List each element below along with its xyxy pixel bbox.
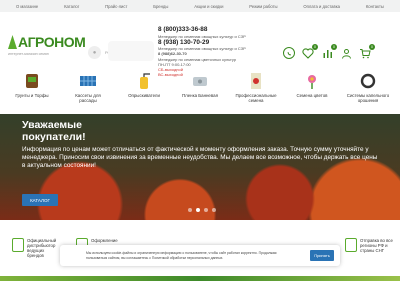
slider-dots [188,208,216,212]
seedling-tray-icon [80,76,96,86]
category-label: Профессиональные семена [235,93,277,103]
favorites-icon[interactable]: 0 [302,44,318,59]
category-label: Системы капельного орошения [346,93,390,103]
user-icon[interactable] [340,47,352,59]
location-pin-icon: ● [88,46,101,59]
category-drip-irrigation[interactable]: Системы капельного орошения [346,64,390,103]
phone-1[interactable]: 8 (800)333-36-88 [158,26,276,34]
drip-hose-icon [360,73,376,89]
cart-icon[interactable]: 0 [359,44,375,59]
category-label: Грунты и Торфы [15,93,49,98]
cookie-banner: Мы используем cookie-файлы и ограниченну… [60,245,340,266]
certificate-icon [12,238,24,252]
logo[interactable]: АГРОНОМ [8,34,86,50]
category-bath-film[interactable]: Пленка Банневая [178,64,222,98]
category-label: Семена цветов [296,93,328,98]
hero-title-line-1: Уважаемые [22,119,82,131]
header-icons: 0 0 0 [283,44,375,59]
feature-label: Официальный дистрибьютор ведущих брендов [27,238,57,258]
cart-count-badge: 0 [369,44,375,50]
seed-pack-icon [251,73,261,89]
nav-link[interactable]: Каталог [64,4,79,9]
search-input[interactable] [108,41,154,61]
category-soil[interactable]: Грунты и Торфы [10,64,54,98]
slider-dot[interactable] [204,208,208,212]
compare-icon[interactable]: 0 [321,44,337,59]
nav-link[interactable]: Режим работы [249,4,277,9]
feature-label: Оформление [91,238,118,243]
category-flower-seeds[interactable]: Семена цветов [290,64,334,98]
category-seedling-trays[interactable]: Кассеты для рассады [66,64,110,103]
nav-link[interactable]: Акции и скидки [194,4,223,9]
category-sprayers[interactable]: Опрыскиватели [122,64,166,98]
category-label: Кассеты для рассады [75,93,101,103]
truck-icon [345,238,357,252]
accept-cookie-button[interactable]: Принять [310,250,334,261]
nav-link[interactable]: О магазине [16,4,38,9]
catalog-button[interactable]: КАТАЛОГ [22,194,58,206]
category-label: Пленка Банневая [182,93,218,98]
top-nav: О магазине Каталог Прайс-лист Бренды Акц… [0,0,400,12]
film-roll-icon [193,77,207,86]
bottom-grass-strip [0,276,400,281]
logo-text: АГРОНОМ [18,34,86,50]
slider-dot[interactable] [188,208,192,212]
hero-title-line-2: покупатели! [22,131,86,143]
flower-icon [308,75,316,89]
favorites-count-badge: 0 [312,44,318,50]
logo-leaf-icon [8,35,17,49]
category-label: Опрыскиватели [128,93,160,98]
hero-text: Информация по ценам может отличаться от … [22,146,378,169]
sprayer-icon [140,73,150,89]
soil-bag-icon [26,74,38,88]
phone-2[interactable]: 8 (938) 130-70-29 [158,39,276,47]
slider-dot-active[interactable] [196,208,200,212]
compare-count-badge: 0 [331,44,337,50]
hero-title: Уважаемые покупатели! [22,119,86,143]
nav-link[interactable]: Прайс-лист [105,4,127,9]
logo-tagline: интернет-магазин семян [8,52,49,56]
slider-dot[interactable] [212,208,216,212]
whatsapp-icon[interactable] [283,47,295,59]
hero-banner: Уважаемые покупатели! Информация по цена… [0,114,400,220]
header: АГРОНОМ интернет-магазин семян ● Регион … [0,12,400,77]
category-pro-seeds[interactable]: Профессиональные семена [234,64,278,103]
nav-link[interactable]: Контакты [366,4,384,9]
cookie-text: Мы используем cookie-файлы и ограниченну… [86,251,277,260]
nav-link[interactable]: Оплата и доставка [303,4,340,9]
feature-delivery: Отправка во все регионы РФ и страны СНГ [345,238,394,253]
category-strip: Грунты и Торфы Кассеты для рассады Опрыс… [0,64,400,114]
nav-link[interactable]: Бренды [153,4,168,9]
feature-distributor: Официальный дистрибьютор ведущих брендов [12,238,57,258]
feature-label: Отправка во все регионы РФ и страны СНГ [360,238,393,253]
